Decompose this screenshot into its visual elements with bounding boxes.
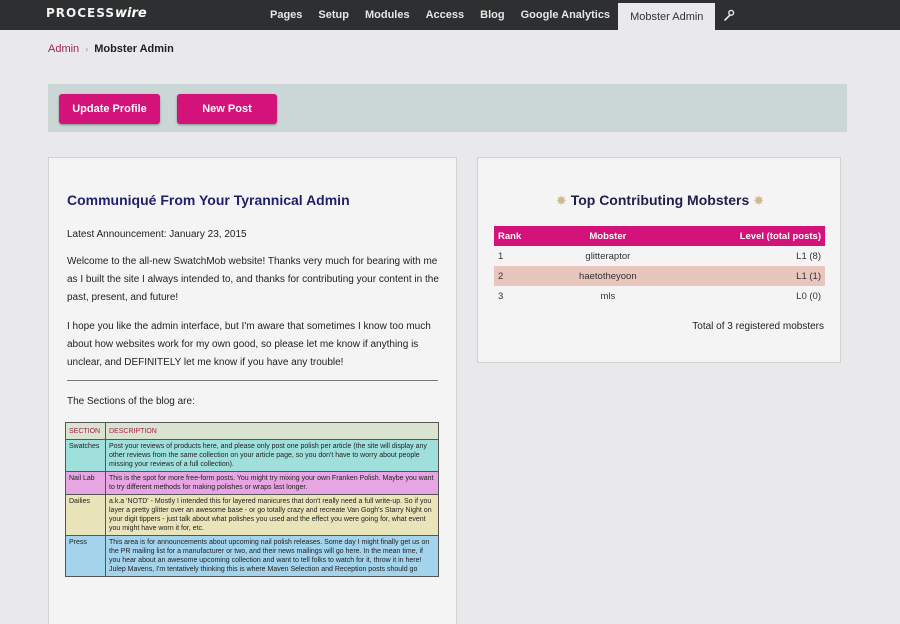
nav-modules[interactable]: Modules <box>357 0 418 30</box>
level-cell: L1 (8) <box>796 250 821 262</box>
mobster-cell[interactable]: mls <box>550 286 667 306</box>
logo-process: PROCESS <box>46 6 115 20</box>
top-bar: PROCESSwire Pages Setup Modules Access B… <box>0 0 900 30</box>
sections-intro: The Sections of the blog are: <box>67 396 195 407</box>
leaderboard-table: Rank Mobster Level (total posts) 1 glitt… <box>494 226 825 306</box>
section-name: Swatches <box>65 439 106 472</box>
nav-google-analytics[interactable]: Google Analytics <box>513 0 618 30</box>
logo-wire: wire <box>115 6 147 21</box>
section-description: Post your reviews of products here, and … <box>105 439 439 472</box>
breadcrumb-admin[interactable]: Admin <box>48 43 79 55</box>
mobster-column-header: Mobster <box>549 226 667 246</box>
section-name: Nail Lab <box>65 471 106 495</box>
rank-cell: 3 <box>498 290 504 302</box>
leaderboard-header-row: Rank Mobster Level (total posts) <box>494 226 825 246</box>
main-nav: Pages Setup Modules Access Blog Google A… <box>262 0 743 30</box>
table-row: Swatches Post your reviews of products h… <box>65 439 439 472</box>
table-row: 2 haetotheyoon L1 (1) <box>494 266 825 286</box>
section-name: Dailies <box>65 494 106 536</box>
welcome-paragraph: Welcome to the all-new SwatchMob website… <box>67 256 439 303</box>
sections-header-row: SECTION DESCRIPTION <box>65 422 439 440</box>
leaderboard-title-row: ✸ Top Contributing Mobsters ✸ <box>478 192 842 209</box>
rank-cell: 2 <box>494 266 550 286</box>
total-mobsters: Total of 3 registered mobsters <box>692 321 824 332</box>
table-row: 3 mls L0 (0) <box>494 286 825 306</box>
section-divider <box>67 380 438 381</box>
rank-cell: 1 <box>498 250 504 262</box>
nav-access[interactable]: Access <box>418 0 473 30</box>
sections-table-body: Swatches Post your reviews of products h… <box>65 439 439 577</box>
breadcrumb-chevron-icon: › <box>85 44 89 54</box>
sparkle-star-icon: ✸ <box>753 193 765 208</box>
wrench-icon-svg <box>724 9 735 21</box>
new-post-button[interactable]: New Post <box>177 94 277 124</box>
description-column-header: DESCRIPTION <box>105 422 439 440</box>
table-row: 1 glitteraptor L1 (8) <box>494 246 825 266</box>
action-bar: Update Profile New Post <box>48 84 847 132</box>
processwire-logo[interactable]: PROCESSwire <box>46 6 147 21</box>
mobster-cell[interactable]: glitteraptor <box>550 246 667 266</box>
breadcrumb-current: Mobster Admin <box>94 43 174 55</box>
rank-column-header: Rank <box>494 226 550 246</box>
nav-pages[interactable]: Pages <box>262 0 310 30</box>
nav-blog[interactable]: Blog <box>472 0 512 30</box>
section-description: This area is for announcements about upc… <box>105 535 439 577</box>
section-description: a.k.a 'NOTD' - Mostly I intended this fo… <box>105 494 439 536</box>
communique-title: Communiqué From Your Tyrannical Admin <box>67 192 350 208</box>
section-column-header: SECTION <box>65 422 106 440</box>
level-column-header: Level (total posts) <box>666 226 825 246</box>
section-description: This is the spot for more free-form post… <box>105 471 439 495</box>
announcement-date: Latest Announcement: January 23, 2015 <box>67 229 247 240</box>
leaderboard-title: Top Contributing Mobsters <box>570 192 750 208</box>
level-cell: L0 (0) <box>796 290 821 302</box>
breadcrumb: Admin › Mobster Admin <box>48 43 174 55</box>
wrench-icon[interactable] <box>715 0 743 30</box>
sections-table: SECTION DESCRIPTION Swatches Post your r… <box>65 422 439 577</box>
sparkle-star-icon: ✸ <box>555 193 567 208</box>
update-profile-button[interactable]: Update Profile <box>59 94 160 124</box>
mobster-cell[interactable]: haetotheyoon <box>549 266 667 286</box>
table-row: Nail Lab This is the spot for more free-… <box>65 471 439 495</box>
nav-setup[interactable]: Setup <box>310 0 357 30</box>
table-row: Press This area is for announcements abo… <box>65 535 439 577</box>
admin-interface-paragraph: I hope you like the admin interface, but… <box>67 321 431 368</box>
table-row: Dailies a.k.a 'NOTD' - Mostly I intended… <box>65 494 439 536</box>
communique-panel: Communiqué From Your Tyrannical Admin La… <box>48 157 457 624</box>
section-name: Press <box>65 535 106 577</box>
level-cell: L1 (1) <box>666 266 825 286</box>
nav-mobster-admin[interactable]: Mobster Admin <box>618 3 716 30</box>
leaderboard-panel: ✸ Top Contributing Mobsters ✸ Rank Mobst… <box>477 157 841 363</box>
